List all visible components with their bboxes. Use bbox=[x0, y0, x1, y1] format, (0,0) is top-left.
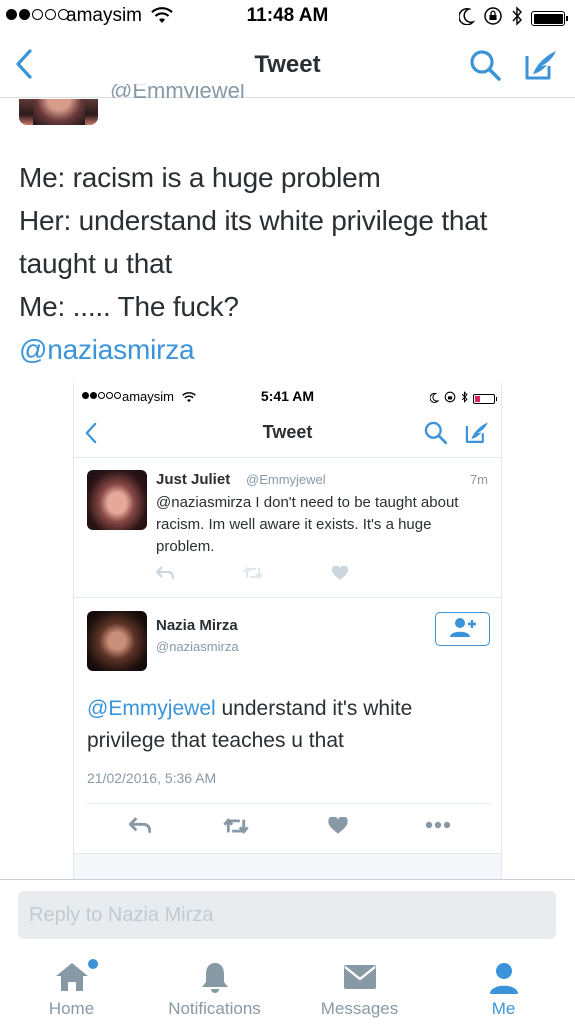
like-icon[interactable] bbox=[331, 565, 349, 586]
battery-icon bbox=[473, 394, 497, 404]
tweet-author-handle: @Emmyjewel bbox=[246, 472, 326, 487]
bluetooth-icon bbox=[461, 390, 468, 408]
tab-label: Messages bbox=[320, 999, 399, 1018]
retweet-icon[interactable] bbox=[223, 817, 249, 840]
tweet-text-line: Me: racism is a huge problem bbox=[19, 162, 381, 193]
search-button[interactable] bbox=[423, 420, 448, 450]
divider bbox=[74, 853, 501, 879]
tweet-text: Me: racism is a huge problem Her: unders… bbox=[19, 156, 559, 371]
do-not-disturb-icon bbox=[458, 7, 476, 30]
add-user-icon bbox=[449, 617, 477, 642]
embedded-status-bar: amaysim 5:41 AM bbox=[74, 383, 501, 409]
compose-button[interactable] bbox=[523, 48, 559, 87]
embedded-navigation-bar: Tweet bbox=[74, 409, 501, 458]
tweet-text-line: Me: ..... The fuck? bbox=[19, 291, 239, 322]
tweet-text-line: taught u that bbox=[19, 248, 173, 279]
envelope-icon bbox=[343, 961, 377, 996]
do-not-disturb-icon bbox=[429, 390, 440, 408]
tab-home[interactable]: Home bbox=[0, 947, 143, 1024]
tweet-timestamp: 7m bbox=[469, 472, 488, 487]
tab-notifications[interactable]: Notifications bbox=[143, 947, 286, 1024]
rotation-lock-icon bbox=[444, 390, 456, 408]
tweet-author-name[interactable]: Nazia Mirza bbox=[156, 617, 238, 634]
tab-me[interactable]: Me bbox=[432, 947, 575, 1024]
tweet-author-handle: @naziasmirza bbox=[156, 639, 239, 654]
tab-label: Home bbox=[48, 999, 95, 1018]
person-icon bbox=[488, 961, 520, 1000]
mention-link[interactable]: @naziasmirza bbox=[19, 328, 559, 371]
reply-icon[interactable] bbox=[155, 566, 175, 585]
divider bbox=[87, 803, 490, 804]
detail-tweet: Nazia Mirza @naziasmirza @Emmyjewel unde… bbox=[74, 598, 501, 848]
reply-tweet[interactable]: Just Juliet @Emmyjewel 7m @naziasmirza I… bbox=[74, 459, 501, 598]
avatar[interactable] bbox=[87, 470, 147, 530]
embedded-screenshot[interactable]: amaysim 5:41 AM Tweet Just Juliet @Emmyj… bbox=[73, 383, 502, 879]
tweet-text: @naziasmirza I don't need to be taught a… bbox=[156, 494, 459, 555]
tweet-text-line: Her: understand its white privilege that bbox=[19, 205, 488, 236]
like-icon[interactable] bbox=[328, 816, 348, 840]
home-icon bbox=[54, 961, 90, 998]
tab-label: Me bbox=[491, 999, 516, 1018]
tab-messages[interactable]: Messages bbox=[288, 947, 431, 1024]
notification-dot bbox=[88, 959, 98, 969]
author-avatar[interactable] bbox=[19, 99, 98, 125]
author-handle: @Emmyjewel bbox=[110, 84, 245, 98]
bell-icon bbox=[199, 961, 231, 1000]
navigation-bar: Tweet bbox=[0, 34, 575, 98]
reply-bar bbox=[0, 879, 575, 947]
compose-button[interactable] bbox=[464, 420, 490, 450]
tweet-timestamp: 21/02/2016, 5:36 AM bbox=[87, 770, 217, 786]
tab-label: Notifications bbox=[168, 999, 261, 1018]
tab-bar: Home Notifications Messages Me bbox=[0, 947, 575, 1024]
tweet-actions bbox=[74, 816, 501, 840]
battery-icon bbox=[531, 11, 568, 26]
status-bar: amaysim 11:48 AM bbox=[0, 0, 575, 34]
tweet-actions bbox=[155, 565, 349, 586]
tweet-text: @Emmyjewel understand it's white privile… bbox=[87, 693, 487, 757]
retweet-icon[interactable] bbox=[243, 566, 263, 585]
more-icon[interactable] bbox=[425, 817, 451, 838]
mention-link[interactable]: @Emmyjewel bbox=[87, 697, 216, 720]
tweet-author-name[interactable]: Just Juliet bbox=[156, 471, 230, 488]
follow-button[interactable] bbox=[435, 612, 490, 646]
rotation-lock-icon bbox=[483, 6, 503, 31]
bluetooth-icon bbox=[511, 6, 523, 31]
search-button[interactable] bbox=[468, 48, 502, 87]
reply-icon[interactable] bbox=[128, 817, 152, 839]
reply-input[interactable] bbox=[18, 891, 556, 939]
